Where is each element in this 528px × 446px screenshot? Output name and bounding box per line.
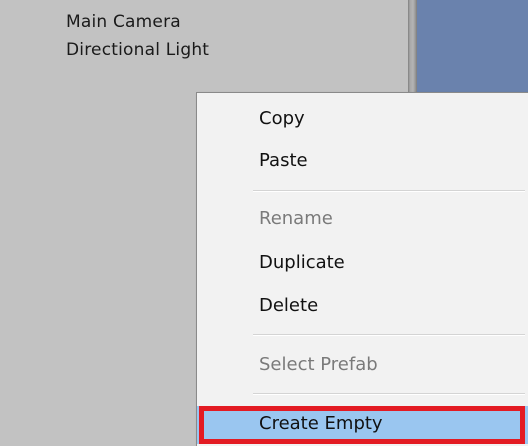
menu-item-label: Select Prefab bbox=[259, 354, 378, 375]
menu-item-paste[interactable]: Paste bbox=[197, 143, 528, 179]
menu-item-rename: Rename bbox=[197, 201, 528, 237]
hierarchy-item-directional-light[interactable]: Directional Light bbox=[66, 40, 209, 60]
menu-item-label: Rename bbox=[259, 208, 333, 229]
menu-item-select-prefab: Select Prefab bbox=[197, 347, 528, 383]
menu-item-label: Duplicate bbox=[259, 252, 345, 273]
menu-separator bbox=[253, 334, 525, 336]
menu-separator bbox=[253, 393, 525, 395]
menu-item-copy[interactable]: Copy bbox=[197, 101, 528, 137]
context-menu: Copy Paste Rename Duplicate Delete Selec… bbox=[196, 92, 528, 446]
menu-item-label: Copy bbox=[259, 108, 305, 129]
hierarchy-item-main-camera[interactable]: Main Camera bbox=[66, 12, 181, 32]
menu-item-label: Delete bbox=[259, 295, 319, 316]
menu-item-duplicate[interactable]: Duplicate bbox=[197, 245, 528, 281]
menu-item-create-empty[interactable]: Create Empty bbox=[197, 406, 528, 444]
menu-item-label: Paste bbox=[259, 150, 308, 171]
menu-separator bbox=[253, 190, 525, 192]
menu-item-delete[interactable]: Delete bbox=[197, 288, 528, 324]
menu-item-label: Create Empty bbox=[259, 413, 383, 434]
